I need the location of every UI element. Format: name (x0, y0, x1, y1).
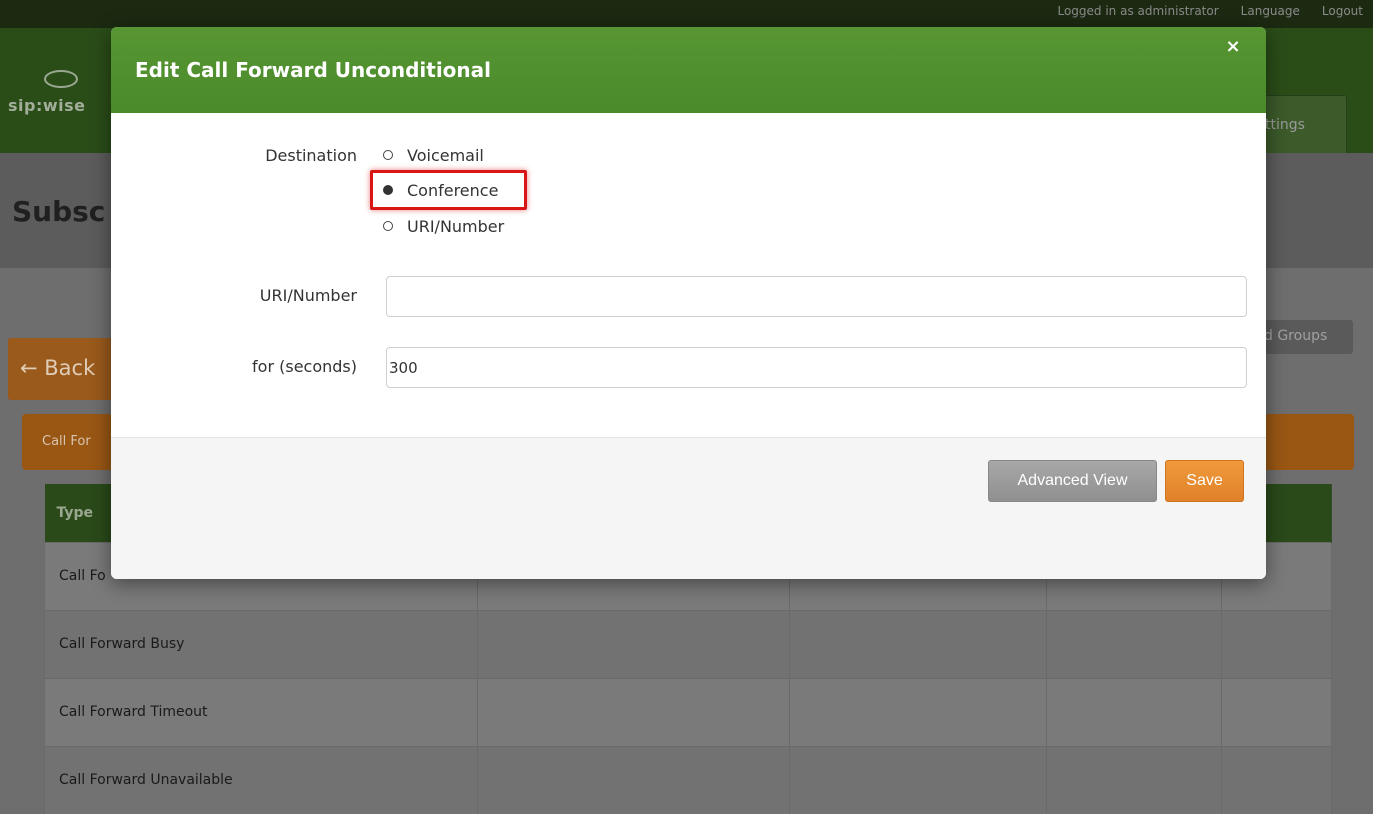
sipwise-logo: sip:wise (8, 60, 118, 120)
page-title: Subsc (12, 195, 106, 228)
top-bar: Logged in as administrator Language Logo… (0, 0, 1373, 28)
logged-in-user: Logged in as administrator (1057, 4, 1219, 18)
table-cell (1221, 677, 1332, 747)
table-cell (1221, 609, 1332, 679)
logo-cloud-icon (44, 70, 78, 88)
row-type: Call Forward Busy (44, 609, 478, 679)
radio-icon (383, 221, 393, 231)
radio-voicemail-label: Voicemail (407, 145, 484, 165)
table-cell (1046, 677, 1223, 747)
uri-number-label: URI/Number (259, 286, 357, 305)
modal-footer: Advanced View Save (111, 437, 1266, 579)
close-icon[interactable]: × (1222, 36, 1244, 58)
table-cell (789, 745, 1048, 814)
radio-uri-number[interactable]: URI/Number (383, 215, 504, 237)
table-cell (476, 677, 791, 747)
logo-text: sip:wise (8, 96, 86, 115)
modal-header: Edit Call Forward Unconditional × (111, 27, 1266, 113)
top-bar-links: Logged in as administrator Language Logo… (1057, 4, 1373, 24)
row-type: Call Forward Timeout (44, 677, 478, 747)
table-cell (1221, 745, 1332, 814)
table-row[interactable]: Call Forward Timeout (44, 677, 1332, 747)
settings-tab-label: ttings (1265, 117, 1305, 133)
language-menu[interactable]: Language (1241, 4, 1300, 24)
radio-icon (383, 150, 393, 160)
table-cell (1046, 609, 1223, 679)
conference-highlight-box (370, 170, 527, 210)
back-button[interactable]: ← Back (8, 338, 128, 400)
destination-label: Destination (265, 146, 357, 165)
table-row[interactable]: Call Forward Busy (44, 609, 1332, 679)
table-cell (789, 609, 1048, 679)
modal-title: Edit Call Forward Unconditional (135, 58, 492, 82)
row-type: Call Forward Unavailable (44, 745, 478, 814)
table-row[interactable]: Call Forward Unavailable (44, 745, 1332, 814)
radio-voicemail[interactable]: Voicemail (383, 144, 484, 166)
table-cell (1046, 745, 1223, 814)
radio-uri-number-label: URI/Number (407, 216, 505, 236)
table-cell (789, 677, 1048, 747)
seconds-input[interactable] (386, 347, 1247, 388)
logout-link[interactable]: Logout (1322, 4, 1363, 24)
seconds-label: for (seconds) (252, 357, 357, 376)
table-cell (476, 609, 791, 679)
uri-number-input[interactable] (386, 276, 1247, 317)
save-button[interactable]: Save (1165, 460, 1244, 502)
edit-call-forward-modal: Edit Call Forward Unconditional × Destin… (111, 27, 1266, 579)
advanced-view-button[interactable]: Advanced View (988, 460, 1157, 502)
table-cell (476, 745, 791, 814)
